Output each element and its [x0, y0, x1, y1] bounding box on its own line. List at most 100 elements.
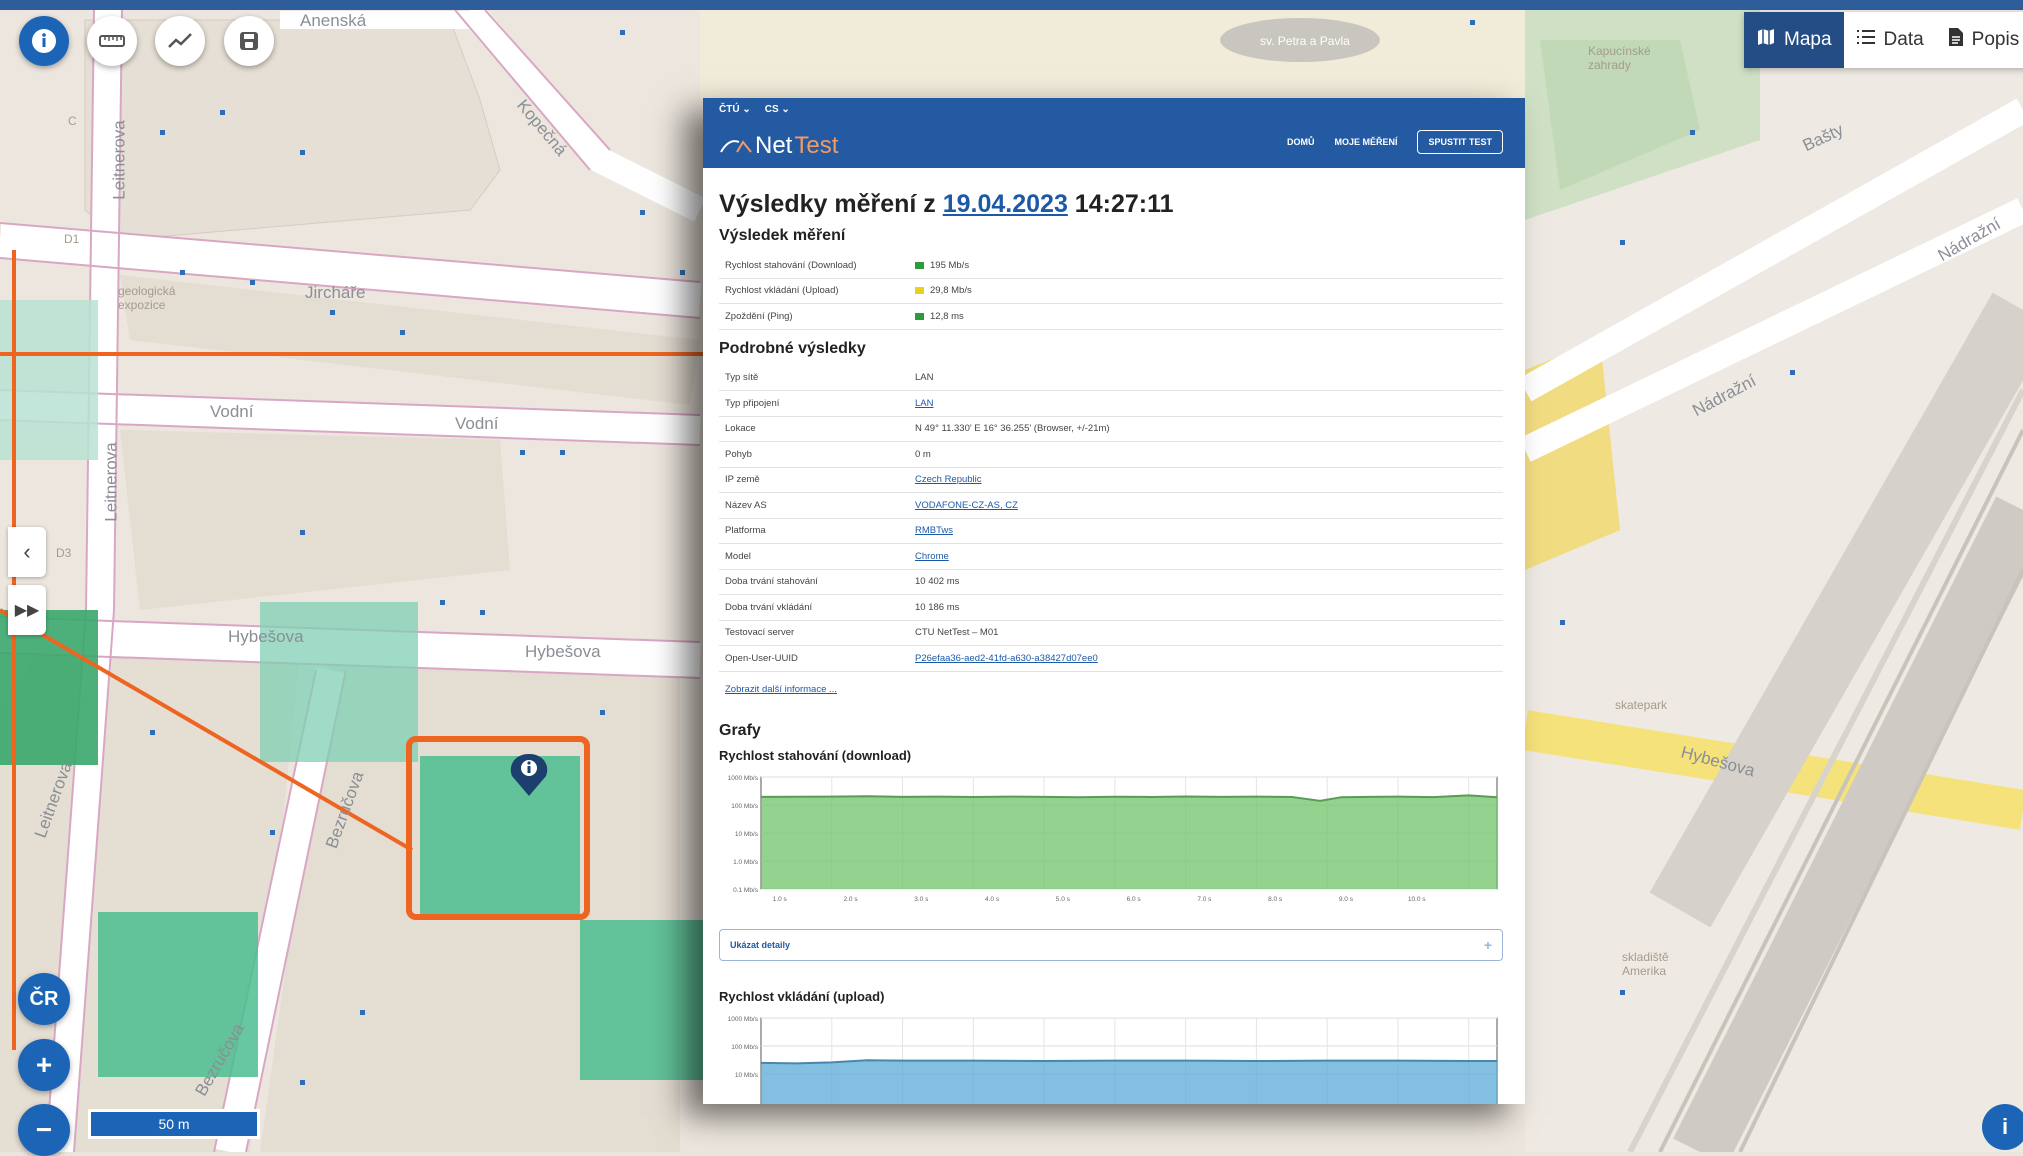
row-key: Doba trvání stahování [725, 576, 818, 588]
nettest-nav: DOMŮ MOJE MĚŘENÍ SPUSTIT TEST [1287, 130, 1503, 154]
measure-button[interactable] [87, 16, 137, 66]
nav-home[interactable]: DOMŮ [1287, 137, 1315, 147]
row-value-link[interactable]: Czech Republic [915, 474, 1503, 485]
nettest-result-screenshot: ČTÚ ⌄ CS ⌄ Net Test DOMŮ MOJE MĚŘENÍ SPUS… [703, 98, 1525, 1104]
title-date-link[interactable]: 19.04.2023 [943, 190, 1068, 218]
show-details-label: Ukázat detaily [730, 939, 791, 950]
row-value-link[interactable]: LAN [915, 398, 1503, 409]
table-row: Pohyb 0 m [719, 442, 1503, 468]
fast-forward-icon: ▶▶ [14, 602, 40, 619]
download-chart-title: Rychlost stahování (download) [719, 747, 912, 763]
y-tick-label: 1000 Mb/s [728, 1016, 759, 1023]
street-label: Leitnerova [101, 442, 121, 522]
nav-my-measurements[interactable]: MOJE MĚŘENÍ [1334, 137, 1397, 147]
language-selector[interactable]: CS ⌄ [765, 104, 790, 115]
chevron-left-icon: ‹ [23, 539, 31, 564]
x-tick-label: 4.0 s [985, 896, 1000, 903]
view-switcher: Mapa Data Popis [1744, 12, 2023, 68]
info-fab-button[interactable]: i [1982, 1104, 2023, 1150]
ctu-selector[interactable]: ČTÚ ⌄ [719, 104, 751, 115]
table-row: Rychlost vkládání (Upload) 29,8 Mb/s [719, 279, 1503, 304]
zoom-in-button[interactable]: + [18, 1039, 70, 1091]
download-chart-svg: 1000 Mb/s 100 Mb/s 10 Mb/s 1.0 Mb/s 0.1 Mb/s… [728, 775, 1498, 903]
tab-map[interactable]: Mapa [1744, 12, 1844, 68]
top-band [0, 0, 2023, 10]
x-tick-label: 10.0 s [1408, 896, 1426, 903]
row-value-link[interactable]: P26efaa36-aed2-41fd-a630-a38427d07ee0 [915, 653, 1503, 664]
nettest-logo[interactable]: Net Test [719, 132, 838, 160]
row-key: Typ připojení [725, 397, 780, 409]
map-icon [1756, 27, 1776, 53]
row-value: 0 m [915, 448, 931, 460]
x-tick-label: 8.0 s [1268, 896, 1283, 903]
table-row: Doba trvání stahování 10 402 ms [719, 570, 1503, 595]
save-button[interactable] [224, 16, 274, 66]
chart-line-icon [167, 31, 193, 51]
y-tick-label: 10 Mb/s [735, 831, 759, 838]
y-tick-label: 100 Mb/s [731, 803, 758, 810]
save-icon [238, 30, 260, 52]
show-more-link[interactable]: Zobrazit další informace ... [719, 672, 1503, 708]
rating-icon [915, 312, 924, 320]
row-value-link[interactable]: VODAFONE-CZ-AS, CZ [915, 500, 1503, 511]
show-details-button[interactable]: Ukázat detaily + [719, 928, 1503, 961]
y-tick-label: 1.0 Mb/s [733, 859, 759, 866]
language-selectors: ČTÚ ⌄ CS ⌄ [719, 104, 790, 115]
info-button[interactable] [19, 16, 69, 66]
block-label: D3 [56, 546, 72, 560]
tab-data[interactable]: Data [1844, 12, 1936, 68]
upload-chart: 1000 Mb/s 100 Mb/s 10 Mb/s [719, 1012, 1503, 1104]
row-value-link[interactable]: RMBTws [915, 525, 1503, 536]
poi-label: sv. Petra a Pavla [1260, 34, 1350, 48]
poi-label: geologická expozice [118, 284, 176, 312]
table-row: Název AS VODAFONE-CZ-AS, CZ [719, 493, 1503, 519]
download-chart: 1000 Mb/s 100 Mb/s 10 Mb/s 1.0 Mb/s 0.1 Mb/s… [719, 771, 1503, 909]
x-tick-label: 6.0 s [1127, 896, 1142, 903]
park-label: Kapucínské zahrady [1588, 44, 1651, 72]
x-tick-label: 5.0 s [1056, 896, 1071, 903]
zoom-out-button[interactable]: − [18, 1104, 70, 1156]
ruler-icon [99, 33, 125, 49]
row-value: CTU NetTest – M01 [915, 627, 999, 639]
x-tick-label: 2.0 s [843, 896, 858, 903]
logo-net: Net [755, 132, 793, 159]
page-title: Výsledky měření z 19.04.2023 14:27:11 [719, 190, 1503, 219]
block-label: C [68, 114, 77, 128]
row-key: Název AS [725, 499, 767, 511]
details-heading: Podrobné výsledky [719, 339, 866, 357]
table-row: Platforma RMBTws [719, 519, 1503, 544]
graphs-heading: Grafy [719, 721, 761, 739]
x-tick-label: 7.0 s [1197, 896, 1212, 903]
upload-chart-svg: 1000 Mb/s 100 Mb/s 10 Mb/s [728, 1016, 1498, 1104]
table-row: Zpoždění (Ping) 12,8 ms [719, 304, 1503, 330]
scale-bar: 50 m [88, 1109, 260, 1139]
region-cr-button[interactable]: ČR [18, 973, 70, 1025]
x-tick-label: 9.0 s [1339, 896, 1354, 903]
chart-button[interactable] [155, 16, 205, 66]
details-table: Typ sítě LAN Typ připojení LAN Lokace N 49°… [719, 366, 1503, 672]
row-key: Platforma [725, 525, 766, 537]
series-area [761, 794, 1497, 889]
run-test-button[interactable]: SPUSTIT TEST [1417, 130, 1503, 154]
table-row: Testovací server CTU NetTest – M01 [719, 621, 1503, 646]
table-row: Open-User-UUID P26efaa36-aed2-41fd-a630-a… [719, 646, 1503, 672]
row-key: Rychlost vkládání (Upload) [725, 285, 839, 297]
table-row: Rychlost stahování (Download) 195 Mb/s [719, 253, 1503, 279]
rating-icon [915, 261, 924, 269]
row-key: Open-User-UUID [725, 652, 798, 664]
street-label: Vodní [455, 414, 499, 433]
x-tick-label: 3.0 s [914, 896, 929, 903]
row-value: 10 402 ms [915, 576, 960, 588]
tab-description-label: Popis [1971, 29, 2020, 50]
tab-map-label: Mapa [1784, 29, 1832, 50]
collapse-panel-button[interactable]: ‹ [8, 527, 46, 577]
fast-forward-button[interactable]: ▶▶ [8, 585, 46, 635]
highlight-callout-box [406, 736, 590, 920]
row-value: 10 186 ms [915, 601, 960, 613]
tab-description[interactable]: Popis [1936, 12, 2023, 68]
title-time: 14:27:11 [1067, 190, 1174, 218]
row-value-link[interactable]: Chrome [915, 551, 1503, 562]
result-heading: Výsledek měření [719, 227, 846, 244]
row-key: Testovací server [725, 627, 795, 639]
upload-chart-title: Rychlost vkládání (upload) [719, 988, 885, 1004]
